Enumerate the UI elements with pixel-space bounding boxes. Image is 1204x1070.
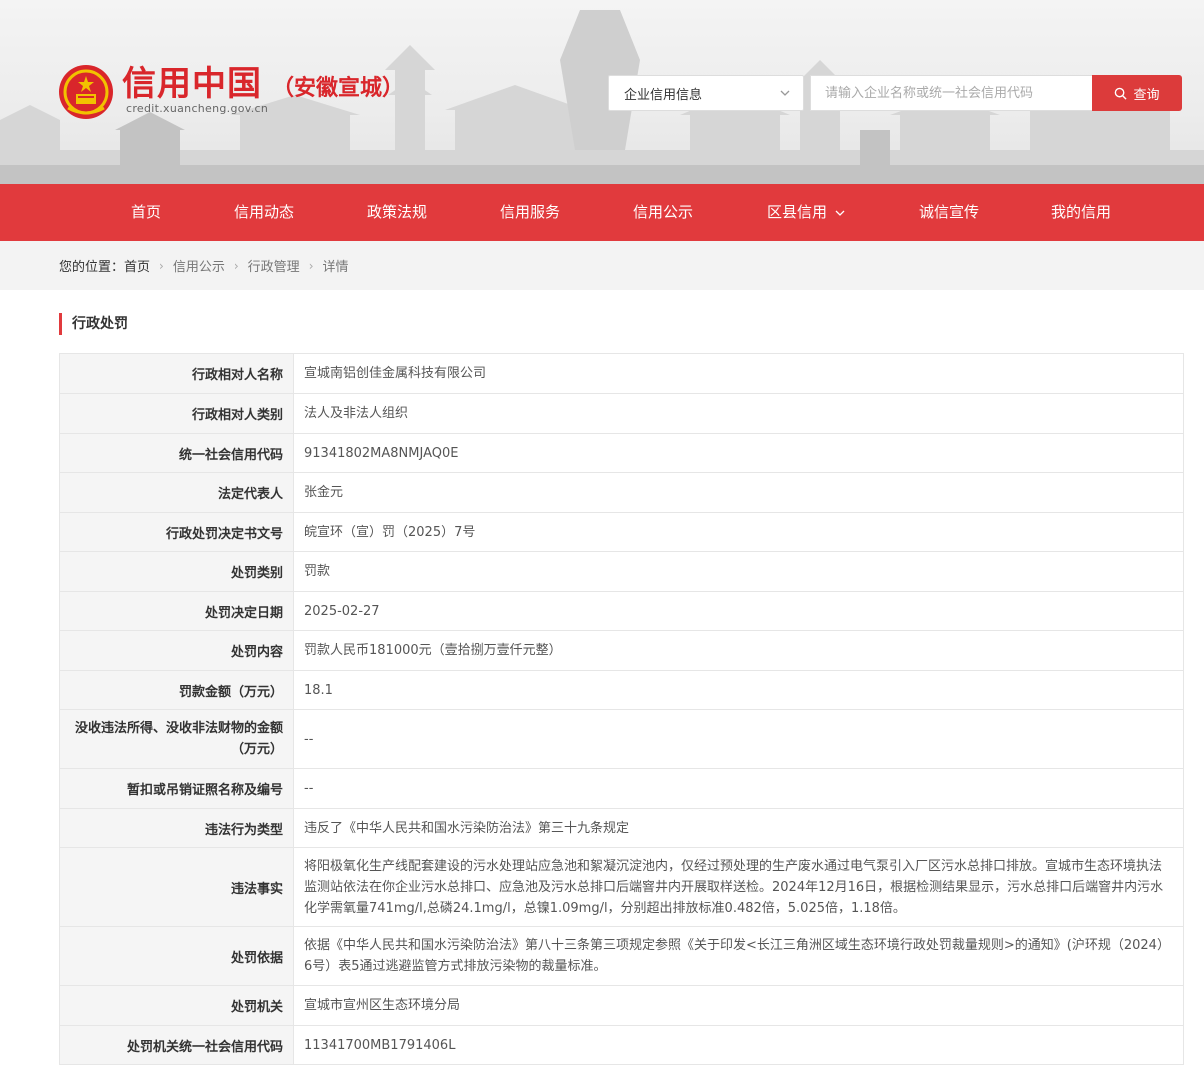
nav-item-county-credit[interactable]: 区县信用 bbox=[767, 184, 847, 241]
detail-table: 行政相对人名称 宣城南铝创佳金属科技有限公司 行政相对人类别 法人及非法人组织 统一… bbox=[59, 353, 1184, 1065]
field-label: 违法行为类型 bbox=[59, 808, 294, 848]
table-row: 处罚类别 罚款 bbox=[59, 551, 1184, 592]
field-value: 皖宣环（宣）罚（2025）7号 bbox=[293, 512, 1184, 552]
chevron-down-icon bbox=[835, 210, 845, 216]
field-value: 11341700MB1791406L bbox=[293, 1025, 1184, 1065]
field-label: 处罚类别 bbox=[59, 551, 294, 592]
table-row: 违法事实 将阳极氧化生产线配套建设的污水处理站应急池和絮凝沉淀池内，仅经过预处理的… bbox=[59, 847, 1184, 927]
nav-label: 我的信用 bbox=[1051, 203, 1112, 221]
nav-label: 信用公示 bbox=[633, 203, 694, 221]
field-label: 罚款金额（万元） bbox=[59, 670, 294, 710]
table-row: 处罚内容 罚款人民币181000元（壹拾捌万壹仟元整） bbox=[59, 630, 1184, 671]
field-value: 2025-02-27 bbox=[293, 591, 1184, 631]
breadcrumb-item-current: 详情 bbox=[322, 260, 349, 275]
breadcrumb-label: 您的位置： bbox=[59, 260, 125, 275]
field-label: 法定代表人 bbox=[59, 472, 294, 513]
field-value: 依据《中华人民共和国水污染防治法》第八十三条第三项规定参照《关于印发<长江三角洲… bbox=[293, 926, 1184, 986]
breadcrumb-item[interactable]: 信用公示 bbox=[173, 256, 225, 275]
nav-label: 信用动态 bbox=[234, 203, 295, 221]
nav-item-credit-publicity[interactable]: 信用公示 bbox=[633, 184, 693, 241]
chevron-right-icon: › bbox=[159, 258, 164, 273]
table-row: 处罚机关统一社会信用代码 11341700MB1791406L bbox=[59, 1025, 1184, 1065]
field-label: 处罚决定日期 bbox=[59, 591, 294, 631]
table-row: 暂扣或吊销证照名称及编号 -- bbox=[59, 768, 1184, 809]
field-label: 行政相对人类别 bbox=[59, 393, 294, 434]
table-row: 罚款金额（万元） 18.1 bbox=[59, 670, 1184, 710]
field-value: 18.1 bbox=[293, 670, 1184, 710]
chevron-right-icon: › bbox=[308, 258, 314, 273]
field-label: 暂扣或吊销证照名称及编号 bbox=[59, 768, 294, 809]
breadcrumb-home[interactable]: 首页 bbox=[124, 256, 150, 275]
field-label: 统一社会信用代码 bbox=[59, 433, 294, 473]
search-bar: 企业信用信息 查询 bbox=[608, 75, 1182, 111]
nav-label: 信用服务 bbox=[500, 203, 561, 221]
field-value: 法人及非法人组织 bbox=[293, 393, 1184, 434]
nav-item-credit-services[interactable]: 信用服务 bbox=[500, 184, 560, 241]
table-row: 处罚决定日期 2025-02-27 bbox=[59, 591, 1184, 631]
nav-item-my-credit[interactable]: 我的信用 bbox=[1051, 184, 1111, 241]
site-logo[interactable]: 信用中国 （安徽宣城） credit.xuancheng.gov.cn bbox=[58, 64, 404, 120]
main-nav: 首页 信用动态 政策法规 信用服务 信用公示 区县信用 诚信宣传 我的信用 bbox=[0, 184, 1204, 241]
logo-title: 信用中国 bbox=[122, 64, 262, 104]
field-label: 没收违法所得、没收非法财物的金额（万元） bbox=[59, 709, 294, 769]
field-label: 行政处罚决定书文号 bbox=[59, 512, 294, 552]
search-button[interactable]: 查询 bbox=[1092, 75, 1182, 111]
search-input[interactable] bbox=[810, 75, 1092, 111]
nav-item-home[interactable]: 首页 bbox=[131, 184, 161, 241]
logo-url: credit.xuancheng.gov.cn bbox=[126, 102, 269, 115]
field-value: -- bbox=[293, 768, 1184, 809]
field-label: 处罚机关 bbox=[59, 985, 294, 1026]
breadcrumb-item[interactable]: 行政管理 bbox=[248, 256, 300, 275]
nav-item-integrity-promotion[interactable]: 诚信宣传 bbox=[919, 184, 979, 241]
nav-item-policies[interactable]: 政策法规 bbox=[367, 184, 427, 241]
table-row: 处罚机关 宣城市宣州区生态环境分局 bbox=[59, 985, 1184, 1026]
nav-label: 政策法规 bbox=[367, 203, 428, 221]
table-row: 法定代表人 张金元 bbox=[59, 472, 1184, 513]
table-row: 违法行为类型 违反了《中华人民共和国水污染防治法》第三十九条规定 bbox=[59, 808, 1184, 848]
table-row: 没收违法所得、没收非法财物的金额（万元） -- bbox=[59, 709, 1184, 769]
section-title: 行政处罚 bbox=[59, 313, 128, 335]
logo-region: （安徽宣城） bbox=[272, 76, 405, 101]
table-row: 行政相对人名称 宣城南铝创佳金属科技有限公司 bbox=[59, 353, 1184, 394]
field-value: 91341802MA8NMJAQ0E bbox=[293, 433, 1184, 473]
table-row: 行政相对人类别 法人及非法人组织 bbox=[59, 393, 1184, 434]
table-row: 行政处罚决定书文号 皖宣环（宣）罚（2025）7号 bbox=[59, 512, 1184, 552]
field-value: 违反了《中华人民共和国水污染防治法》第三十九条规定 bbox=[293, 808, 1184, 848]
field-value: 罚款人民币181000元（壹拾捌万壹仟元整） bbox=[293, 630, 1184, 671]
nav-label: 诚信宣传 bbox=[919, 203, 980, 221]
field-value: 宣城市宣州区生态环境分局 bbox=[293, 985, 1184, 1026]
chevron-right-icon: › bbox=[233, 258, 239, 273]
field-value: 罚款 bbox=[293, 551, 1184, 592]
search-category-value: 企业信用信息 bbox=[624, 87, 703, 103]
field-value: 将阳极氧化生产线配套建设的污水处理站应急池和絮凝沉淀池内，仅经过预处理的生产废水… bbox=[293, 847, 1184, 927]
field-value: 宣城南铝创佳金属科技有限公司 bbox=[293, 353, 1184, 394]
field-label: 处罚机关统一社会信用代码 bbox=[59, 1025, 294, 1065]
field-value: -- bbox=[293, 709, 1184, 769]
nav-label: 首页 bbox=[131, 203, 162, 221]
chevron-down-icon bbox=[780, 90, 790, 96]
search-button-label: 查询 bbox=[1133, 87, 1160, 103]
field-label: 行政相对人名称 bbox=[59, 353, 294, 394]
nav-item-credit-news[interactable]: 信用动态 bbox=[234, 184, 294, 241]
field-value: 张金元 bbox=[293, 472, 1184, 513]
national-emblem-icon bbox=[59, 65, 113, 119]
table-row: 统一社会信用代码 91341802MA8NMJAQ0E bbox=[59, 433, 1184, 473]
site-header: 信用中国 （安徽宣城） credit.xuancheng.gov.cn 企业信用… bbox=[0, 0, 1204, 184]
search-category-select[interactable]: 企业信用信息 bbox=[608, 75, 804, 111]
field-label: 处罚内容 bbox=[59, 630, 294, 671]
nav-label: 区县信用 bbox=[767, 203, 828, 221]
field-label: 违法事实 bbox=[59, 847, 294, 927]
breadcrumb: 您的位置： 首页 › 信用公示 › 行政管理 › 详情 bbox=[0, 241, 1204, 290]
table-row: 处罚依据 依据《中华人民共和国水污染防治法》第八十三条第三项规定参照《关于印发<长… bbox=[59, 926, 1184, 986]
logo-text: 信用中国 （安徽宣城） credit.xuancheng.gov.cn bbox=[122, 64, 404, 115]
search-icon bbox=[1115, 87, 1128, 100]
field-label: 处罚依据 bbox=[59, 926, 294, 986]
